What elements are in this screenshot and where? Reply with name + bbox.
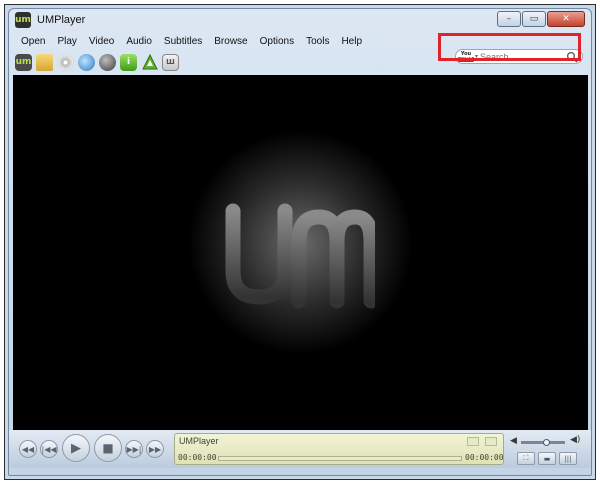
menu-tools[interactable]: Tools xyxy=(300,34,335,49)
close-button[interactable]: ✕ xyxy=(547,11,585,27)
globe-icon[interactable] xyxy=(78,53,95,71)
search-highlight-box xyxy=(438,33,581,61)
lcd-media-title: UMPlayer xyxy=(179,436,219,446)
sphere-icon[interactable] xyxy=(99,53,116,71)
menu-help[interactable]: Help xyxy=(335,34,368,49)
control-bar: ◀◀ |◀◀ ▶ ■ ▶▶| ▶▶ UMPlayer 00:00:00 00:0… xyxy=(9,430,591,468)
time-total: 00:00:00 xyxy=(465,453,504,462)
video-area[interactable] xyxy=(13,75,588,439)
menu-play[interactable]: Play xyxy=(51,34,82,49)
disc-icon[interactable] xyxy=(57,53,74,71)
menu-subtitles[interactable]: Subtitles xyxy=(158,34,208,49)
triangle-icon[interactable] xyxy=(141,54,158,71)
app-logo-icon: um xyxy=(15,12,31,28)
menu-open[interactable]: Open xyxy=(15,34,51,49)
equalizer-icon[interactable] xyxy=(485,437,497,446)
fast-forward-button[interactable]: ▶▶ xyxy=(146,440,164,458)
window-controls: – ▭ ✕ xyxy=(497,11,585,27)
stop-button[interactable]: ■ xyxy=(94,434,122,462)
playlist-icon[interactable] xyxy=(467,437,479,446)
time-current: 00:00:00 xyxy=(178,453,217,462)
menu-options[interactable]: Options xyxy=(254,34,300,49)
rewind-button[interactable]: ◀◀ xyxy=(19,440,37,458)
grid-icon[interactable]: Ш xyxy=(162,53,179,71)
play-button[interactable]: ▶ xyxy=(62,434,90,462)
settings-toggle-button[interactable]: ||| xyxy=(559,452,577,465)
previous-button[interactable]: |◀◀ xyxy=(40,440,58,458)
maximize-button[interactable]: ▭ xyxy=(522,11,546,27)
seek-bar[interactable] xyxy=(218,456,462,461)
window-title: UMPlayer xyxy=(37,14,86,26)
menu-audio[interactable]: Audio xyxy=(120,34,158,49)
title-bar[interactable]: um UMPlayer – ▭ ✕ xyxy=(9,9,591,31)
fullscreen-button[interactable]: ⛶ xyxy=(517,452,535,465)
minimize-button[interactable]: – xyxy=(497,11,521,27)
volume-knob[interactable] xyxy=(543,439,550,446)
next-button[interactable]: ▶▶| xyxy=(125,440,143,458)
volume-low-icon: ◀ xyxy=(510,436,517,446)
volume-high-icon[interactable]: ◀) xyxy=(570,435,580,445)
status-display: UMPlayer 00:00:00 00:00:00 xyxy=(174,433,504,465)
info-icon[interactable]: i xyxy=(120,53,137,71)
folder-icon[interactable] xyxy=(36,53,53,71)
compact-mode-button[interactable]: ▬ xyxy=(538,452,556,465)
um-logo-icon[interactable]: um xyxy=(15,53,32,71)
um-logo-watermark xyxy=(225,203,375,309)
menu-browse[interactable]: Browse xyxy=(208,34,253,49)
menu-video[interactable]: Video xyxy=(83,34,120,49)
app-window: um UMPlayer – ▭ ✕ Open Play Video Audio … xyxy=(8,8,592,476)
